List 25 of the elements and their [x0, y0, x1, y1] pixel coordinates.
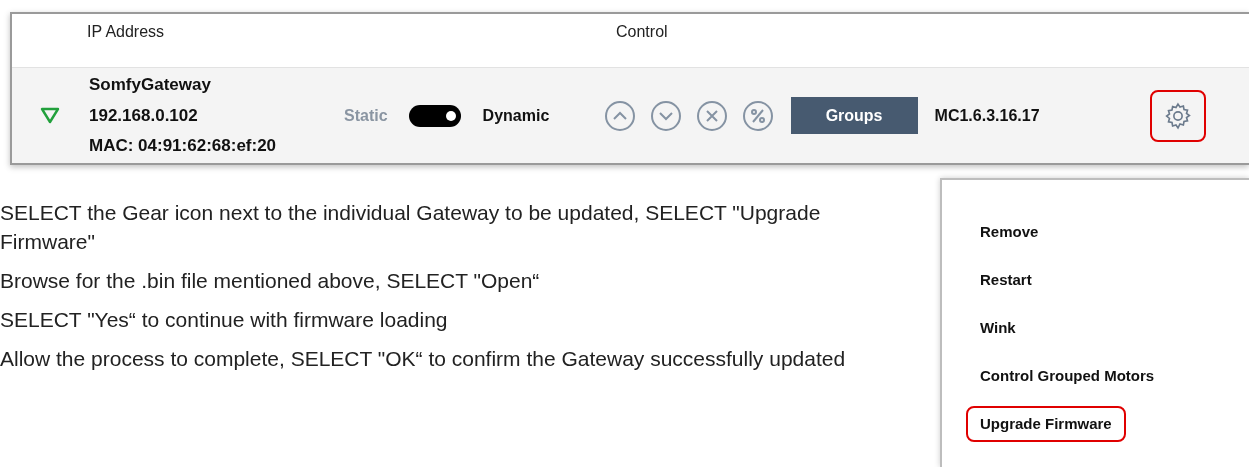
column-header: Control — [616, 22, 668, 42]
menu-item[interactable]: Upgrade Firmware — [966, 406, 1126, 442]
menu-item[interactable]: Restart — [966, 262, 1046, 298]
gateway-name: SomfyGateway — [89, 74, 212, 97]
close-icon[interactable] — [695, 99, 728, 132]
down-icon[interactable] — [649, 99, 682, 132]
menu-item[interactable]: Control Grouped Motors — [966, 358, 1169, 394]
instruction-step: SELECT "Yes“ to continue with firmware loading — [0, 305, 850, 334]
ip-address: 192.168.0.102 — [89, 104, 199, 127]
mode-toggle[interactable] — [408, 104, 461, 127]
menu-item[interactable]: Wink — [966, 310, 1030, 346]
instruction-step: Browse for the .bin file mentioned above, SELECT "Open“ — [0, 266, 850, 295]
instruction-step: SELECT the Gear icon next to the individual Gateway to be updated, SELECT "Upgrade Firmware" — [0, 198, 850, 256]
column-header: IP Address — [87, 22, 166, 42]
mode-label: Dynamic — [482, 105, 551, 126]
firmware-version: MC1.6.3.16.17 — [934, 105, 1041, 126]
menu-item[interactable]: Remove — [966, 214, 1053, 250]
groups-button[interactable]: Groups — [790, 97, 918, 134]
instruction-step: Allow the process to complete, SELECT "OK“ to confirm the Gateway successfully updated — [0, 344, 850, 373]
mac-address: MAC: 04:91:62:68:ef:20 — [89, 135, 278, 158]
settings-button[interactable] — [1149, 89, 1206, 142]
up-icon[interactable] — [603, 99, 636, 132]
mode-label: Static — [344, 105, 388, 126]
status-triangle-icon — [40, 107, 60, 124]
percent-icon[interactable] — [741, 99, 774, 132]
